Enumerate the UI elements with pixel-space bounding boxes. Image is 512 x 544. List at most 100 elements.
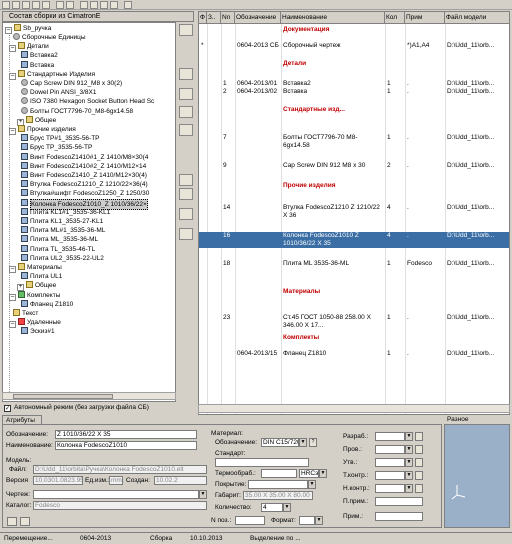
tree-node[interactable]: Плита TL_3535-46-TL xyxy=(21,244,95,254)
column-header[interactable]: Ф xyxy=(199,12,207,24)
model-preview[interactable] xyxy=(444,424,510,528)
new-icon[interactable] xyxy=(2,1,10,9)
tech-control-dropdown[interactable]: ▼ xyxy=(405,471,413,480)
assembly-tree[interactable]: – Sb_ручка Сборочные Единицы – Детали Вставк… xyxy=(2,22,176,402)
column-header[interactable]: З.. xyxy=(207,12,221,24)
drawing-field[interactable] xyxy=(33,490,199,499)
tree-node[interactable]: + Общее xyxy=(17,281,56,292)
format-field[interactable] xyxy=(299,516,315,525)
column-header[interactable]: Кол xyxy=(385,12,405,24)
first-use-field[interactable] xyxy=(375,497,423,506)
file-field[interactable]: D:\Udd_11\orbita\Ручка\Колонка FodescoZ1… xyxy=(33,465,207,474)
properties-icon[interactable] xyxy=(179,228,193,240)
format-dropdown[interactable]: ▼ xyxy=(315,516,323,525)
table-row[interactable]: 0604-2013/15 Фланец Z1810 1. D:\Udd_11\orb.… xyxy=(199,350,509,358)
tree-node[interactable]: Текст xyxy=(13,309,38,318)
link-icon[interactable] xyxy=(20,517,30,526)
move-up-icon[interactable] xyxy=(179,68,193,80)
note-field[interactable] xyxy=(375,512,423,521)
table-row[interactable]: 16 Колонка FodescoZ1010 Z 1010/36/22 X 35… xyxy=(199,232,509,248)
approver-field[interactable] xyxy=(375,458,405,467)
table-icon[interactable] xyxy=(179,24,193,36)
drawing-dropdown[interactable]: ▼ xyxy=(199,490,207,499)
paste-icon[interactable] xyxy=(90,1,98,9)
column-header[interactable]: Файл модели xyxy=(445,12,509,24)
table-row[interactable]: 9 Cap Screw DIN 912 M8 x 30 2. D:\Udd_11\or… xyxy=(199,162,509,178)
tree-node[interactable]: Брус TP_3535-56-TP xyxy=(21,143,92,152)
sort-icon[interactable] xyxy=(179,106,193,118)
column-header[interactable]: Nn xyxy=(221,12,235,24)
standard-field[interactable] xyxy=(215,458,309,467)
section-row[interactable]: Документация xyxy=(199,26,509,34)
developer-field[interactable] xyxy=(375,432,405,441)
position-number-field[interactable] xyxy=(235,516,265,525)
tree-node[interactable]: Втулка#шифт FodescoZ1250_Z 1250/30 xyxy=(21,189,149,198)
autonomous-mode-checkbox[interactable]: ✓ Автономный режим (без загрузки файла СБ… xyxy=(2,403,196,413)
material-dropdown[interactable]: ▼ xyxy=(299,438,307,447)
tree-node[interactable]: Вставка xyxy=(21,60,54,70)
tree-root[interactable]: – Sb_ручка xyxy=(5,24,51,34)
tree-node[interactable]: Винт FodescoZ1410#2_Z 1410/M12×14 xyxy=(21,161,146,171)
tree-node[interactable]: Плита KL1_3535-27-KL1 xyxy=(21,217,103,226)
preview-icon[interactable] xyxy=(42,1,50,9)
tree-node[interactable]: Плита UL2_3535-22-UL2 xyxy=(21,253,104,263)
undo-icon[interactable] xyxy=(56,1,64,9)
help-icon[interactable] xyxy=(110,1,118,9)
checker-field[interactable] xyxy=(375,445,405,454)
print-small-icon[interactable] xyxy=(7,517,17,526)
table-row[interactable]: 1 0604-2013/01 Вставка2 1. D:\Udd_11\orb... xyxy=(199,80,509,88)
save-icon[interactable] xyxy=(22,1,30,9)
insert-icon[interactable] xyxy=(179,188,193,200)
tree-node[interactable]: Втулка FodescoZ1210_Z 1210/22×36(4) xyxy=(21,180,148,189)
developer-dropdown[interactable]: ▼ xyxy=(405,432,413,441)
coating-dropdown[interactable]: ▼ xyxy=(308,480,316,489)
tree-node[interactable]: Эскиз#1 xyxy=(21,327,55,336)
column-header[interactable]: Обозначение xyxy=(235,12,281,24)
tree-node[interactable]: Колонка FodescoZ1010_Z 1010/36/22× xyxy=(21,198,148,210)
open-icon[interactable] xyxy=(12,1,20,9)
hardness-field[interactable]: HRCэ xyxy=(299,469,319,478)
norm-control-field[interactable] xyxy=(375,484,405,493)
section-row[interactable]: Прочие изделия xyxy=(199,182,509,190)
tree-node[interactable]: – Удаленные xyxy=(9,318,61,329)
delete-icon[interactable] xyxy=(179,208,193,220)
table-row[interactable]: * 0604-2013 СБ Сборочный чертеж *)A1,A4 D:\U… xyxy=(199,42,509,50)
section-row[interactable]: Стандартные изд... xyxy=(199,106,509,114)
tree-node[interactable]: Брус ТР#1_3535-56-TP xyxy=(21,134,100,143)
tree-node[interactable]: Вставка2 xyxy=(21,51,58,60)
filter-icon[interactable] xyxy=(100,1,108,9)
tree-node[interactable]: – Прочие изделия xyxy=(9,125,76,135)
export-icon[interactable] xyxy=(179,124,193,136)
print-icon[interactable] xyxy=(32,1,40,9)
tree-node[interactable]: Болты ГОСТ7796-70_M8-6gx14.58 xyxy=(21,106,133,116)
spec-horizontal-scrollbar[interactable] xyxy=(198,404,510,413)
designation-field[interactable]: Z 1010/36/22 X 35 xyxy=(55,430,197,439)
copy-icon[interactable] xyxy=(80,1,88,9)
norm-control-dropdown[interactable]: ▼ xyxy=(405,484,413,493)
tree-node[interactable]: – Материалы xyxy=(9,263,62,273)
approver-dropdown[interactable]: ▼ xyxy=(405,458,413,467)
tree-node[interactable]: ISO 7380 Hexagon Socket Button Head Sc xyxy=(21,97,154,106)
tree-node[interactable]: – Стандартные Изделия xyxy=(9,69,95,80)
checker-sign-icon[interactable] xyxy=(415,445,423,454)
tree-node[interactable]: Cap Screw DIN 912_M8 x 30(2) xyxy=(21,79,122,88)
norm-control-sign-icon[interactable] xyxy=(415,484,423,493)
table-row[interactable]: 18 Плита ML 3535-36-ML 1 Fodesco D:\Udd_11\o… xyxy=(199,260,509,276)
table-row[interactable]: 23 Ст.45 ГОСТ 1050-88 258.00 X 346.00 X 1… xyxy=(199,314,509,330)
tech-control-sign-icon[interactable] xyxy=(415,471,423,480)
table-row[interactable]: 14 Втулка FodescoZ1210 Z 1210/22 X 36 4. D:… xyxy=(199,204,509,220)
tree-node[interactable]: Плита ML_3535-36-ML xyxy=(21,235,98,244)
cut-icon[interactable] xyxy=(66,1,74,9)
tree-node[interactable]: Dowel Pin ANSI_3/8X1 xyxy=(21,88,96,97)
specification-table[interactable]: Ф З.. Nn Обозначение Наименование Кол Прим Файл… xyxy=(198,11,510,415)
tree-node[interactable]: – Детали xyxy=(9,42,49,53)
column-header[interactable]: Прим xyxy=(405,12,445,24)
material-designation-field[interactable]: DIN C15/720H xyxy=(261,438,299,447)
tree-node[interactable]: – Комплекты xyxy=(9,290,60,301)
quantity-dropdown[interactable]: ▼ xyxy=(283,503,291,512)
checker-dropdown[interactable]: ▼ xyxy=(405,445,413,454)
move-down-icon[interactable] xyxy=(179,88,193,100)
tree-node[interactable]: + Общее xyxy=(17,115,56,126)
table-row[interactable]: 7 Болты ГОСТ7796-70 M8-6gx14.58 1. D:\Udd_1… xyxy=(199,134,509,150)
coating-field[interactable] xyxy=(248,480,308,489)
